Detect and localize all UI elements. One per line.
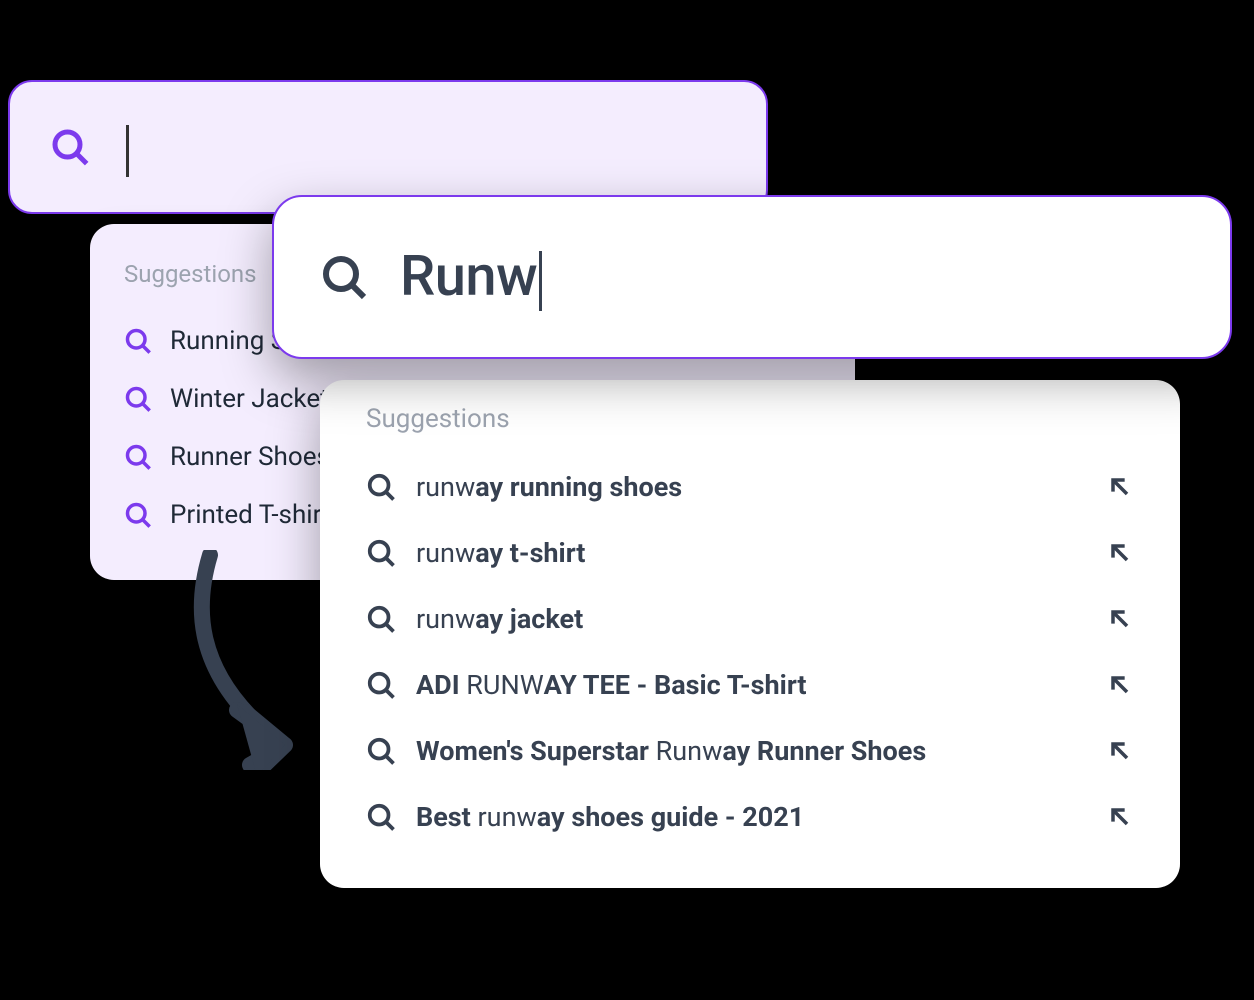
search-icon [50, 127, 90, 167]
empty-search-bar[interactable] [10, 82, 766, 212]
empty-search-panel [8, 80, 768, 214]
suggestion-item[interactable]: Women's Superstar Runway Runner Shoes [358, 718, 1142, 784]
suggestion-text: Runner Shoes [170, 442, 330, 472]
typed-search-bar[interactable]: Runw [274, 197, 1230, 357]
suggestion-item[interactable]: runway running shoes [358, 454, 1142, 520]
typed-search-input[interactable]: Runw [400, 243, 1184, 310]
search-icon [320, 253, 368, 301]
suggestions-label: Suggestions [358, 402, 1142, 454]
insert-arrow-icon[interactable] [1106, 605, 1134, 633]
connector-arrow-icon [175, 550, 325, 770]
suggestion-text: Printed T-shirt [170, 500, 331, 530]
insert-arrow-icon[interactable] [1106, 539, 1134, 567]
search-icon [124, 501, 152, 529]
search-icon [366, 670, 396, 700]
search-icon [366, 736, 396, 766]
suggestion-text: Winter Jackets [170, 384, 342, 414]
search-icon [124, 385, 152, 413]
suggestion-item[interactable]: ADI RUNWAY TEE - Basic T-shirt [358, 652, 1142, 718]
search-icon [124, 443, 152, 471]
insert-arrow-icon[interactable] [1106, 737, 1134, 765]
suggestion-item[interactable]: runway jacket [358, 586, 1142, 652]
cursor-icon [126, 125, 129, 177]
insert-arrow-icon[interactable] [1106, 671, 1134, 699]
suggestion-item[interactable]: Best runway shoes guide - 2021 [358, 784, 1142, 850]
search-icon [366, 538, 396, 568]
cursor-icon [539, 251, 542, 311]
insert-arrow-icon[interactable] [1106, 473, 1134, 501]
search-icon [366, 604, 396, 634]
search-icon [366, 472, 396, 502]
search-icon [124, 327, 152, 355]
suggestion-text: runway jacket [416, 603, 1086, 635]
suggestion-text: runway running shoes [416, 471, 1086, 503]
typed-search-value: Runw [400, 243, 537, 309]
typed-search-panel: Runw [272, 195, 1232, 359]
suggestion-item[interactable]: runway t-shirt [358, 520, 1142, 586]
empty-search-input[interactable] [120, 117, 726, 178]
search-icon [366, 802, 396, 832]
suggestion-text: runway t-shirt [416, 537, 1086, 569]
suggestion-text: Women's Superstar Runway Runner Shoes [416, 735, 1086, 767]
insert-arrow-icon[interactable] [1106, 803, 1134, 831]
suggestion-text: Best runway shoes guide - 2021 [416, 801, 1086, 833]
suggestion-text: ADI RUNWAY TEE - Basic T-shirt [416, 669, 1086, 701]
typed-suggestions-dropdown: Suggestions runway running shoes runway t… [320, 380, 1180, 888]
